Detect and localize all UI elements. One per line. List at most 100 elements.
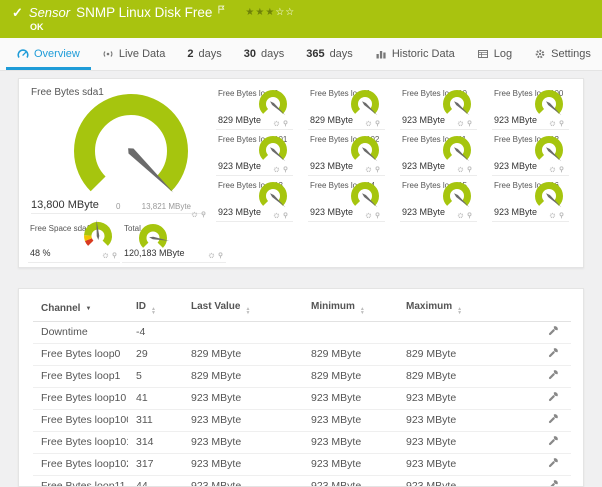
gear-mini-icon[interactable] — [549, 120, 556, 127]
gauge-free-bytes-loop13[interactable]: Free Bytes loop13 923 MByte — [214, 178, 305, 224]
gauge-mini-actions[interactable] — [273, 166, 289, 173]
gauge-free-bytes-loop101[interactable]: Free Bytes loop101 923 MByte — [214, 132, 305, 178]
tab-overview[interactable]: Overview — [6, 38, 91, 70]
gauge-free-bytes-loop0[interactable]: Free Bytes loop0 829 MByte — [214, 86, 305, 132]
tab-live-data[interactable]: Live Data — [91, 38, 176, 70]
column-header-minimum[interactable]: Minimum ▲ ▼ — [303, 293, 398, 323]
gauge-mini-actions[interactable] — [549, 166, 565, 173]
pin-icon[interactable] — [111, 252, 118, 259]
gauge-mini-actions[interactable] — [549, 120, 565, 127]
gauge-dial — [73, 93, 189, 214]
gauge-free-bytes-loop100[interactable]: Free Bytes loop100 923 MByte — [490, 86, 581, 132]
gear-mini-icon[interactable] — [208, 252, 215, 259]
gauge-free-bytes-loop1[interactable]: Free Bytes loop1 829 MByte — [306, 86, 397, 132]
gauge-mini-actions[interactable] — [457, 212, 473, 219]
gear-mini-icon[interactable] — [365, 166, 372, 173]
pin-icon[interactable] — [374, 212, 381, 219]
gauge-mini-actions[interactable] — [208, 252, 224, 259]
tab-365-days[interactable]: 365 days — [295, 38, 364, 70]
priority-stars[interactable]: ★★★☆☆ — [245, 7, 295, 18]
cell-channel[interactable]: Free Bytes loop101 — [33, 431, 128, 455]
pin-icon[interactable] — [200, 211, 207, 218]
gauge-mini-actions[interactable] — [457, 166, 473, 173]
gear-mini-icon[interactable] — [273, 120, 280, 127]
gauge-mini-actions[interactable] — [549, 212, 565, 219]
gear-mini-icon[interactable] — [273, 166, 280, 173]
cell-channel[interactable]: Free Bytes loop11 — [33, 475, 128, 486]
gauge-free-bytes-loop11[interactable]: Free Bytes loop11 923 MByte — [398, 132, 489, 178]
gear-mini-icon[interactable] — [549, 166, 556, 173]
column-header-maximum[interactable]: Maximum ▲ ▼ — [398, 293, 503, 323]
edit-channel-button[interactable] — [503, 387, 571, 411]
star-empty-icon[interactable]: ☆ — [285, 7, 295, 18]
gauge-mini-actions[interactable] — [273, 120, 289, 127]
gauge-free-bytes-loop14[interactable]: Free Bytes loop14 923 MByte — [306, 178, 397, 224]
cell-channel[interactable]: Downtime — [33, 321, 128, 345]
column-header-last-value[interactable]: Last Value ▲ ▼ — [183, 293, 303, 323]
flag-icon[interactable] — [218, 5, 225, 14]
pin-icon[interactable] — [282, 120, 289, 127]
pin-icon[interactable] — [558, 166, 565, 173]
gear-mini-icon[interactable] — [273, 212, 280, 219]
gauge-free-bytes-loop102[interactable]: Free Bytes loop102 923 MByte — [306, 132, 397, 178]
pin-icon[interactable] — [466, 120, 473, 127]
pin-icon[interactable] — [374, 120, 381, 127]
edit-channel-button[interactable] — [503, 365, 571, 389]
gauge-free-bytes-loop15[interactable]: Free Bytes loop15 923 MByte — [398, 178, 489, 224]
gauge-mini-actions[interactable] — [191, 211, 207, 218]
gauge-mini-actions[interactable] — [273, 212, 289, 219]
edit-channel-button[interactable] — [503, 321, 571, 345]
gauge-icon — [17, 48, 29, 60]
edit-channel-button[interactable] — [503, 431, 571, 455]
gear-mini-icon[interactable] — [365, 120, 372, 127]
cell-last-value: 829 MByte — [183, 343, 303, 367]
gauge-mini-actions[interactable] — [365, 120, 381, 127]
pin-icon[interactable] — [282, 166, 289, 173]
gauge-free-bytes-loop12[interactable]: Free Bytes loop12 923 MByte — [490, 132, 581, 178]
gauge-mini-actions[interactable] — [102, 252, 118, 259]
gauge-free-bytes-loop10[interactable]: Free Bytes loop10 923 MByte — [398, 86, 489, 132]
edit-channel-button[interactable] — [503, 343, 571, 367]
gauge-total[interactable]: Total 120,183 MByte — [122, 223, 226, 263]
channel-row-free-bytes-loop11: Free Bytes loop11 44 923 MByte 923 MByte 923… — [33, 475, 571, 486]
edit-channel-button[interactable] — [503, 475, 571, 486]
cell-channel[interactable]: Free Bytes loop100 — [33, 409, 128, 433]
pin-icon[interactable] — [558, 120, 565, 127]
tab-30-days[interactable]: 30 days — [233, 38, 296, 70]
pin-icon[interactable] — [282, 212, 289, 219]
cell-channel[interactable]: Free Bytes loop102 — [33, 453, 128, 477]
pin-icon[interactable] — [466, 212, 473, 219]
tab-log[interactable]: Log — [466, 38, 523, 70]
gauge-free-bytes-loop16[interactable]: Free Bytes loop16 923 MByte — [490, 178, 581, 224]
gear-mini-icon[interactable] — [457, 212, 464, 219]
star-filled-icon[interactable]: ★ — [245, 7, 255, 18]
gear-mini-icon[interactable] — [102, 252, 109, 259]
pin-icon[interactable] — [217, 252, 224, 259]
star-filled-icon[interactable]: ★ — [255, 7, 265, 18]
gear-mini-icon[interactable] — [549, 212, 556, 219]
edit-channel-button[interactable] — [503, 453, 571, 477]
pin-icon[interactable] — [558, 212, 565, 219]
tab-historic-data[interactable]: Historic Data — [364, 38, 466, 70]
tab-2-days[interactable]: 2 days — [176, 38, 232, 70]
column-header-channel[interactable]: Channel ▼ — [33, 293, 128, 323]
gear-mini-icon[interactable] — [457, 120, 464, 127]
star-empty-icon[interactable]: ☆ — [275, 7, 285, 18]
cell-channel[interactable]: Free Bytes loop10 — [33, 387, 128, 411]
pin-icon[interactable] — [374, 166, 381, 173]
gear-mini-icon[interactable] — [365, 212, 372, 219]
gauge-mini-actions[interactable] — [457, 120, 473, 127]
wrench-icon — [548, 325, 559, 336]
cell-channel[interactable]: Free Bytes loop1 — [33, 365, 128, 389]
pin-icon[interactable] — [466, 166, 473, 173]
edit-channel-button[interactable] — [503, 409, 571, 433]
gear-mini-icon[interactable] — [457, 166, 464, 173]
column-header-id[interactable]: ID ▲ ▼ — [128, 293, 183, 323]
star-filled-icon[interactable]: ★ — [265, 7, 275, 18]
tab-settings[interactable]: Settings — [523, 38, 602, 70]
gauge-mini-actions[interactable] — [365, 212, 381, 219]
gauge-free-space-sda1[interactable]: Free Space sda1 48 % — [28, 219, 120, 263]
gauge-mini-actions[interactable] — [365, 166, 381, 173]
gear-mini-icon[interactable] — [191, 211, 198, 218]
cell-channel[interactable]: Free Bytes loop0 — [33, 343, 128, 367]
